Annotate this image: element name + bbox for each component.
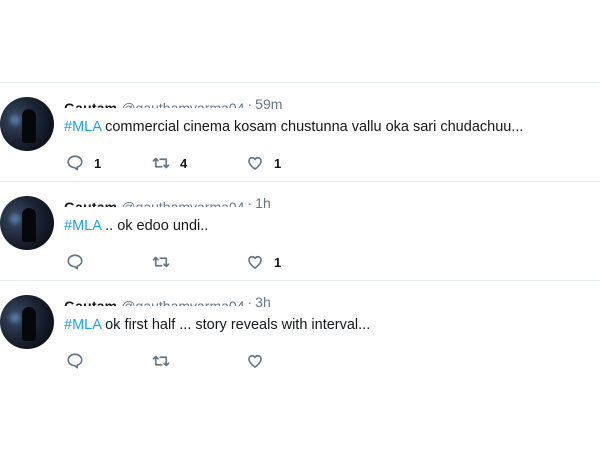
avatar[interactable]: [0, 295, 54, 349]
reply-button[interactable]: [66, 252, 94, 272]
reply-button[interactable]: 1: [66, 153, 101, 173]
tweet-item[interactable]: Gautam @gauthamvarma04 · 59m #MLA commercia…: [0, 82, 600, 181]
retweet-count: 4: [180, 155, 188, 171]
separator-dot: ·: [247, 294, 253, 310]
display-name[interactable]: Gautam: [64, 198, 117, 207]
user-handle[interactable]: @gauthamvarma04: [121, 99, 244, 108]
tweet-text: #MLA .. ok edoo undi..: [64, 216, 208, 236]
reply-icon: [67, 353, 83, 369]
tweet-header: Gautam @gauthamvarma04 · 3h: [64, 293, 271, 311]
retweet-button[interactable]: 4: [152, 153, 187, 173]
avatar[interactable]: [0, 196, 54, 250]
timestamp[interactable]: 1h: [255, 195, 271, 211]
retweet-button[interactable]: [152, 252, 180, 272]
tweet-actions: 1: [66, 252, 366, 272]
tweet-body: commercial cinema kosam chustunna vallu …: [101, 119, 524, 135]
hashtag-link[interactable]: #MLA: [64, 317, 101, 333]
tweet-feed: Gautam @gauthamvarma04 · 59m #MLA commercia…: [0, 82, 600, 379]
tweet-item[interactable]: Gautam @gauthamvarma04 · 1h #MLA .. ok edoo…: [0, 181, 600, 280]
like-count: 1: [274, 155, 282, 171]
tweet-item[interactable]: Gautam @gauthamvarma04 · 3h #MLA ok first h…: [0, 280, 600, 379]
tweet-actions: [66, 351, 366, 371]
user-handle[interactable]: @gauthamvarma04: [121, 198, 244, 207]
retweet-icon: [152, 256, 170, 268]
tweet-body: .. ok edoo undi..: [101, 218, 209, 234]
user-handle[interactable]: @gauthamvarma04: [121, 297, 244, 306]
tweet-header: Gautam @gauthamvarma04 · 1h: [64, 194, 271, 212]
timestamp[interactable]: 3h: [255, 294, 271, 310]
tweet-header: Gautam @gauthamvarma04 · 59m: [64, 95, 282, 113]
reply-button[interactable]: [66, 351, 94, 371]
tweet-text: #MLA ok first half ... story reveals wit…: [64, 315, 370, 335]
hashtag-link[interactable]: #MLA: [64, 218, 101, 234]
avatar[interactable]: [0, 97, 54, 151]
heart-icon: [248, 255, 262, 269]
retweet-icon: [152, 157, 170, 169]
retweet-icon: [152, 355, 170, 367]
tweet-body: ok first half ... story reveals with int…: [101, 317, 371, 333]
like-button[interactable]: 1: [246, 153, 281, 173]
display-name[interactable]: Gautam: [64, 297, 117, 306]
tweet-text: #MLA commercial cinema kosam chustunna v…: [64, 117, 523, 137]
display-name[interactable]: Gautam: [64, 99, 117, 108]
like-button[interactable]: [246, 351, 274, 371]
heart-icon: [248, 354, 262, 368]
separator-dot: ·: [247, 96, 253, 112]
timestamp[interactable]: 59m: [255, 96, 282, 112]
heart-icon: [248, 156, 262, 170]
hashtag-link[interactable]: #MLA: [64, 119, 101, 135]
like-count: 1: [274, 254, 282, 270]
separator-dot: ·: [247, 195, 253, 211]
reply-count: 1: [94, 155, 102, 171]
reply-icon: [67, 155, 83, 171]
like-button[interactable]: 1: [246, 252, 281, 272]
retweet-button[interactable]: [152, 351, 180, 371]
tweet-actions: 1 4 1: [66, 153, 366, 173]
reply-icon: [67, 254, 83, 270]
